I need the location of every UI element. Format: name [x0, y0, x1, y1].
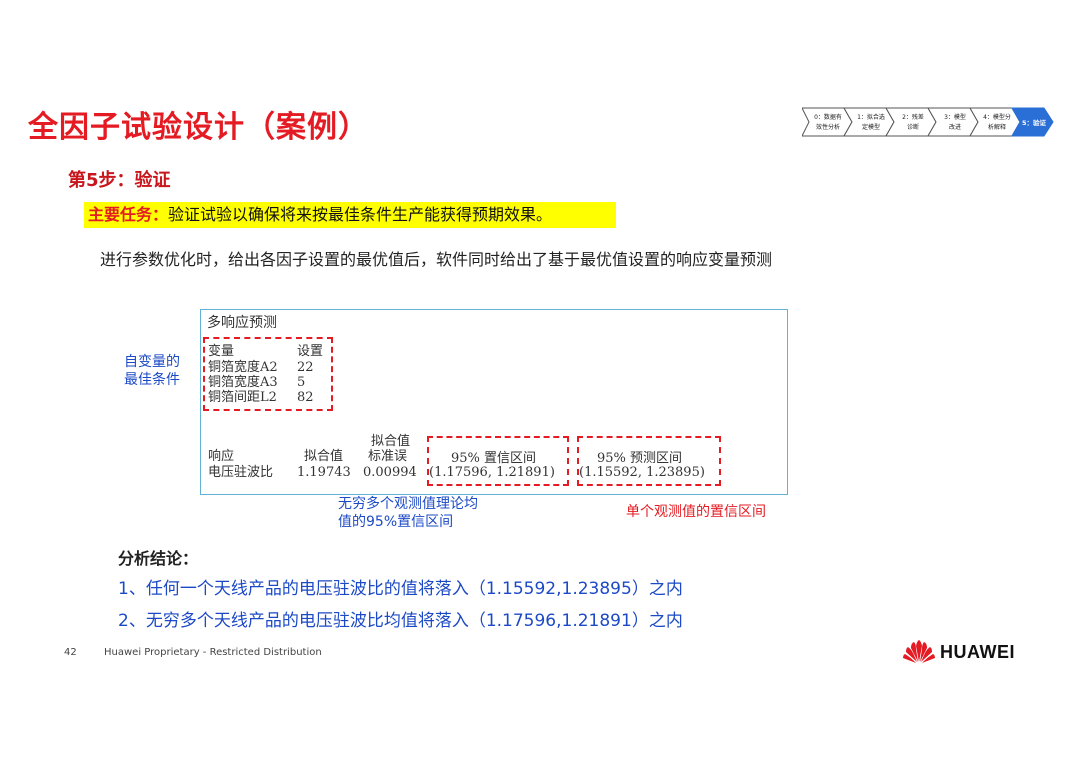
- process-step-2: 2：残差 诊断: [885, 107, 937, 137]
- set-header: 设置: [297, 344, 324, 359]
- intro-text: 进行参数优化时，给出各因子设置的最优值后，软件同时给出了基于最优值设置的响应变量…: [100, 250, 773, 269]
- process-step-1-line1: 1：拟合选: [857, 113, 885, 121]
- conclusion-item-2: 2、无穷多个天线产品的电压驻波比均值将落入（1.17596,1.21891）之内: [118, 611, 683, 631]
- page-number: 42: [64, 647, 77, 658]
- huawei-logo-icon: [903, 640, 935, 663]
- process-step-5-line1: 5：验证: [1022, 118, 1047, 127]
- left-annotation-line2: 最佳条件: [124, 372, 180, 388]
- process-step-2-line2: 诊断: [907, 123, 919, 131]
- var-header: 变量: [208, 344, 235, 359]
- process-step-0-line1: 0：数据有: [814, 113, 842, 121]
- resp-header: 响应: [208, 449, 235, 464]
- process-step-3-line1: 3：模型: [944, 113, 966, 121]
- var-setting-1: 5: [297, 375, 306, 390]
- process-step-3-line2: 改进: [949, 123, 961, 131]
- page-title: 全因子试验设计（案例）: [28, 110, 369, 145]
- task-highlight: 主要任务：验证试验以确保将来按最佳条件生产能获得预期效果。: [84, 202, 616, 228]
- prediction-output-panel: 多响应预测 变量 设置 铜箔宽度A2 22 铜箔宽度A3 5 铜箔间距L2 82…: [200, 309, 788, 495]
- var-setting-0: 22: [297, 360, 314, 375]
- var-name-1: 铜箔宽度A3: [208, 375, 278, 390]
- conclusion-title: 分析结论：: [118, 549, 199, 568]
- process-step-0: 0：数据有 效性分析: [802, 107, 853, 137]
- left-annotation-line1: 自变量的: [124, 354, 180, 370]
- response-pi: (1.15592, 1.23895): [579, 465, 705, 480]
- response-se: 0.00994: [363, 465, 417, 480]
- footer-text: Huawei Proprietary - Restricted Distribu…: [104, 647, 322, 658]
- process-steps: 0：数据有 效性分析 1：拟合选 定模型 2：残差 诊断 3：模型 改进 4：模…: [802, 107, 1054, 137]
- response-fit: 1.19743: [297, 465, 351, 480]
- se-header-line2: 标准误: [368, 449, 408, 464]
- var-name-0: 铜箔宽度A2: [208, 360, 278, 375]
- conclusion-item-1: 1、任何一个天线产品的电压驻波比的值将落入（1.15592,1.23895）之内: [118, 579, 683, 599]
- pi-header: 95% 预测区间: [597, 451, 683, 466]
- fit-header: 拟合值: [304, 449, 344, 464]
- ci-annotation-line1: 无穷多个观测值理论均: [338, 496, 478, 512]
- process-step-1-line2: 定模型: [862, 123, 880, 131]
- process-step-4: 4：模型分 析解释: [969, 107, 1021, 137]
- brand-name: HUAWEI: [940, 642, 1015, 662]
- task-lead: 主要任务：: [88, 205, 169, 224]
- response-name: 电压驻波比: [208, 465, 274, 480]
- response-ci: (1.17596, 1.21891): [429, 465, 555, 480]
- pi-annotation: 单个观测值的置信区间: [626, 504, 766, 520]
- process-step-4-line2: 析解释: [988, 123, 1006, 131]
- process-step-0-line2: 效性分析: [816, 123, 840, 131]
- var-setting-2: 82: [297, 390, 314, 405]
- step-heading: 第5步：验证: [68, 170, 171, 191]
- process-step-3: 3：模型 改进: [927, 107, 979, 137]
- process-step-4-line1: 4：模型分: [983, 113, 1011, 121]
- var-name-2: 铜箔间距L2: [208, 390, 277, 405]
- panel-title: 多响应预测: [207, 315, 277, 331]
- ci-annotation-line2: 值的95%置信区间: [338, 514, 454, 530]
- task-text: 验证试验以确保将来按最佳条件生产能获得预期效果。: [168, 205, 553, 224]
- process-step-2-line1: 2：残差: [902, 113, 924, 121]
- se-header-line1: 拟合值: [371, 434, 411, 449]
- process-step-1: 1：拟合选 定模型: [843, 107, 895, 137]
- ci-header: 95% 置信区间: [451, 451, 537, 466]
